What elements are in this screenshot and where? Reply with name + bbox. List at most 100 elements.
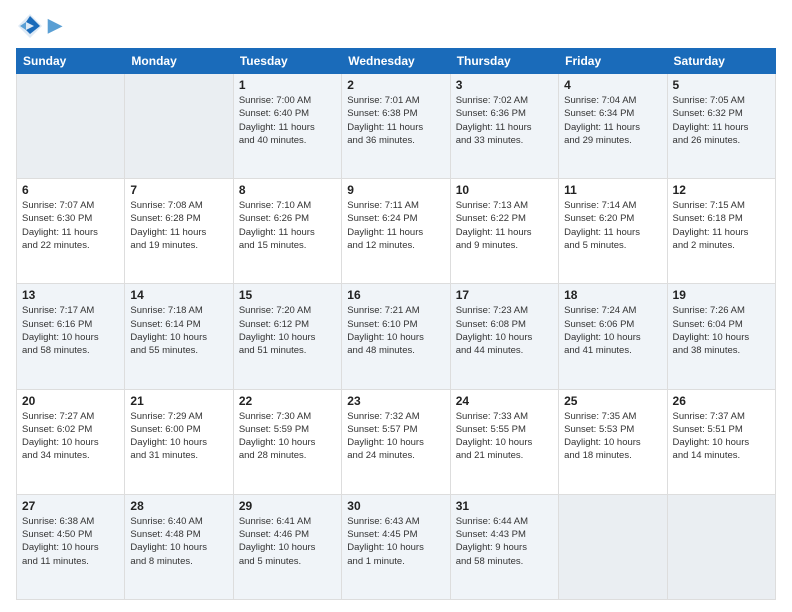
cell-details: Sunrise: 7:21 AM Sunset: 6:10 PM Dayligh… xyxy=(347,304,444,357)
cell-details: Sunrise: 7:04 AM Sunset: 6:34 PM Dayligh… xyxy=(564,94,661,147)
day-number: 29 xyxy=(239,499,336,513)
day-number: 14 xyxy=(130,288,227,302)
calendar-cell: 27Sunrise: 6:38 AM Sunset: 4:50 PM Dayli… xyxy=(17,494,125,599)
cell-details: Sunrise: 7:05 AM Sunset: 6:32 PM Dayligh… xyxy=(673,94,770,147)
calendar-cell: 26 Sunrise: 7:37 AM Sunset: 5:51 PM Dayli… xyxy=(667,389,775,494)
logo-icon xyxy=(16,12,44,40)
cell-details: Sunrise: 7:01 AM Sunset: 6:38 PM Dayligh… xyxy=(347,94,444,147)
calendar-cell: 30Sunrise: 6:43 AM Sunset: 4:45 PM Dayli… xyxy=(342,494,450,599)
calendar-cell xyxy=(125,74,233,179)
weekday-header-wednesday: Wednesday xyxy=(342,49,450,74)
calendar-cell: 14 Sunrise: 7:18 AM Sunset: 6:14 PM Dayli… xyxy=(125,284,233,389)
header: ▶ xyxy=(16,12,776,40)
cell-details: Sunrise: 7:23 AM Sunset: 6:08 PM Dayligh… xyxy=(456,304,553,357)
calendar-week-row: 1 Sunrise: 7:00 AM Sunset: 6:40 PM Daylig… xyxy=(17,74,776,179)
calendar-cell: 22 Sunrise: 7:30 AM Sunset: 5:59 PM Dayli… xyxy=(233,389,341,494)
day-number: 15 xyxy=(239,288,336,302)
weekday-header-tuesday: Tuesday xyxy=(233,49,341,74)
calendar-cell: 10 Sunrise: 7:13 AM Sunset: 6:22 PM Dayli… xyxy=(450,179,558,284)
day-number: 28 xyxy=(130,499,227,513)
cell-details: Sunrise: 7:14 AM Sunset: 6:20 PM Dayligh… xyxy=(564,199,661,252)
weekday-header-saturday: Saturday xyxy=(667,49,775,74)
day-number: 17 xyxy=(456,288,553,302)
cell-details: Sunrise: 7:30 AM Sunset: 5:59 PM Dayligh… xyxy=(239,410,336,463)
calendar-cell: 29Sunrise: 6:41 AM Sunset: 4:46 PM Dayli… xyxy=(233,494,341,599)
day-number: 7 xyxy=(130,183,227,197)
day-number: 23 xyxy=(347,394,444,408)
calendar-week-row: 27Sunrise: 6:38 AM Sunset: 4:50 PM Dayli… xyxy=(17,494,776,599)
cell-details: Sunrise: 7:29 AM Sunset: 6:00 PM Dayligh… xyxy=(130,410,227,463)
weekday-header-monday: Monday xyxy=(125,49,233,74)
day-number: 20 xyxy=(22,394,119,408)
day-number: 6 xyxy=(22,183,119,197)
day-number: 27 xyxy=(22,499,119,513)
calendar-cell: 11Sunrise: 7:14 AM Sunset: 6:20 PM Dayli… xyxy=(559,179,667,284)
day-number: 30 xyxy=(347,499,444,513)
calendar-cell: 19Sunrise: 7:26 AM Sunset: 6:04 PM Dayli… xyxy=(667,284,775,389)
calendar-week-row: 6 Sunrise: 7:07 AM Sunset: 6:30 PM Daylig… xyxy=(17,179,776,284)
cell-details: Sunrise: 7:11 AM Sunset: 6:24 PM Dayligh… xyxy=(347,199,444,252)
calendar-cell: 20Sunrise: 7:27 AM Sunset: 6:02 PM Dayli… xyxy=(17,389,125,494)
weekday-header-row: SundayMondayTuesdayWednesdayThursdayFrid… xyxy=(17,49,776,74)
day-number: 2 xyxy=(347,78,444,92)
cell-details: Sunrise: 7:13 AM Sunset: 6:22 PM Dayligh… xyxy=(456,199,553,252)
day-number: 1 xyxy=(239,78,336,92)
day-number: 12 xyxy=(673,183,770,197)
day-number: 3 xyxy=(456,78,553,92)
day-number: 24 xyxy=(456,394,553,408)
day-number: 18 xyxy=(564,288,661,302)
day-number: 5 xyxy=(673,78,770,92)
calendar-cell: 5 Sunrise: 7:05 AM Sunset: 6:32 PM Daylig… xyxy=(667,74,775,179)
day-number: 21 xyxy=(130,394,227,408)
cell-details: Sunrise: 7:02 AM Sunset: 6:36 PM Dayligh… xyxy=(456,94,553,147)
cell-details: Sunrise: 7:17 AM Sunset: 6:16 PM Dayligh… xyxy=(22,304,119,357)
calendar-cell: 18 Sunrise: 7:24 AM Sunset: 6:06 PM Dayli… xyxy=(559,284,667,389)
cell-details: Sunrise: 7:24 AM Sunset: 6:06 PM Dayligh… xyxy=(564,304,661,357)
calendar-cell: 24Sunrise: 7:33 AM Sunset: 5:55 PM Dayli… xyxy=(450,389,558,494)
calendar-cell: 21 Sunrise: 7:29 AM Sunset: 6:00 PM Dayli… xyxy=(125,389,233,494)
day-number: 13 xyxy=(22,288,119,302)
calendar-cell: 13 Sunrise: 7:17 AM Sunset: 6:16 PM Dayli… xyxy=(17,284,125,389)
day-number: 4 xyxy=(564,78,661,92)
cell-details: Sunrise: 7:18 AM Sunset: 6:14 PM Dayligh… xyxy=(130,304,227,357)
calendar: SundayMondayTuesdayWednesdayThursdayFrid… xyxy=(16,48,776,600)
calendar-cell: 12Sunrise: 7:15 AM Sunset: 6:18 PM Dayli… xyxy=(667,179,775,284)
calendar-cell: 7 Sunrise: 7:08 AM Sunset: 6:28 PM Daylig… xyxy=(125,179,233,284)
cell-details: Sunrise: 7:08 AM Sunset: 6:28 PM Dayligh… xyxy=(130,199,227,252)
day-number: 25 xyxy=(564,394,661,408)
calendar-cell xyxy=(667,494,775,599)
calendar-cell: 31 Sunrise: 6:44 AM Sunset: 4:43 PM Dayli… xyxy=(450,494,558,599)
calendar-cell: 1 Sunrise: 7:00 AM Sunset: 6:40 PM Daylig… xyxy=(233,74,341,179)
calendar-cell: 28 Sunrise: 6:40 AM Sunset: 4:48 PM Dayli… xyxy=(125,494,233,599)
cell-details: Sunrise: 7:32 AM Sunset: 5:57 PM Dayligh… xyxy=(347,410,444,463)
day-number: 31 xyxy=(456,499,553,513)
cell-details: Sunrise: 7:00 AM Sunset: 6:40 PM Dayligh… xyxy=(239,94,336,147)
calendar-cell: 3 Sunrise: 7:02 AM Sunset: 6:36 PM Daylig… xyxy=(450,74,558,179)
calendar-cell: 2 Sunrise: 7:01 AM Sunset: 6:38 PM Daylig… xyxy=(342,74,450,179)
weekday-header-sunday: Sunday xyxy=(17,49,125,74)
calendar-cell: 17 Sunrise: 7:23 AM Sunset: 6:08 PM Dayli… xyxy=(450,284,558,389)
logo-text: ▶ xyxy=(48,16,62,36)
calendar-cell: 8Sunrise: 7:10 AM Sunset: 6:26 PM Daylig… xyxy=(233,179,341,284)
day-number: 10 xyxy=(456,183,553,197)
cell-details: Sunrise: 7:07 AM Sunset: 6:30 PM Dayligh… xyxy=(22,199,119,252)
calendar-cell: 25 Sunrise: 7:35 AM Sunset: 5:53 PM Dayli… xyxy=(559,389,667,494)
calendar-week-row: 20Sunrise: 7:27 AM Sunset: 6:02 PM Dayli… xyxy=(17,389,776,494)
calendar-cell: 6 Sunrise: 7:07 AM Sunset: 6:30 PM Daylig… xyxy=(17,179,125,284)
cell-details: Sunrise: 7:35 AM Sunset: 5:53 PM Dayligh… xyxy=(564,410,661,463)
calendar-cell: 16Sunrise: 7:21 AM Sunset: 6:10 PM Dayli… xyxy=(342,284,450,389)
calendar-cell xyxy=(559,494,667,599)
day-number: 26 xyxy=(673,394,770,408)
page: ▶ SundayMondayTuesdayWednesdayThursdayFr… xyxy=(0,0,792,612)
weekday-header-thursday: Thursday xyxy=(450,49,558,74)
calendar-cell: 15Sunrise: 7:20 AM Sunset: 6:12 PM Dayli… xyxy=(233,284,341,389)
cell-details: Sunrise: 6:44 AM Sunset: 4:43 PM Dayligh… xyxy=(456,515,553,568)
calendar-cell: 4 Sunrise: 7:04 AM Sunset: 6:34 PM Daylig… xyxy=(559,74,667,179)
cell-details: Sunrise: 7:26 AM Sunset: 6:04 PM Dayligh… xyxy=(673,304,770,357)
cell-details: Sunrise: 7:37 AM Sunset: 5:51 PM Dayligh… xyxy=(673,410,770,463)
day-number: 9 xyxy=(347,183,444,197)
calendar-cell xyxy=(17,74,125,179)
calendar-week-row: 13 Sunrise: 7:17 AM Sunset: 6:16 PM Dayli… xyxy=(17,284,776,389)
cell-details: Sunrise: 6:40 AM Sunset: 4:48 PM Dayligh… xyxy=(130,515,227,568)
day-number: 22 xyxy=(239,394,336,408)
